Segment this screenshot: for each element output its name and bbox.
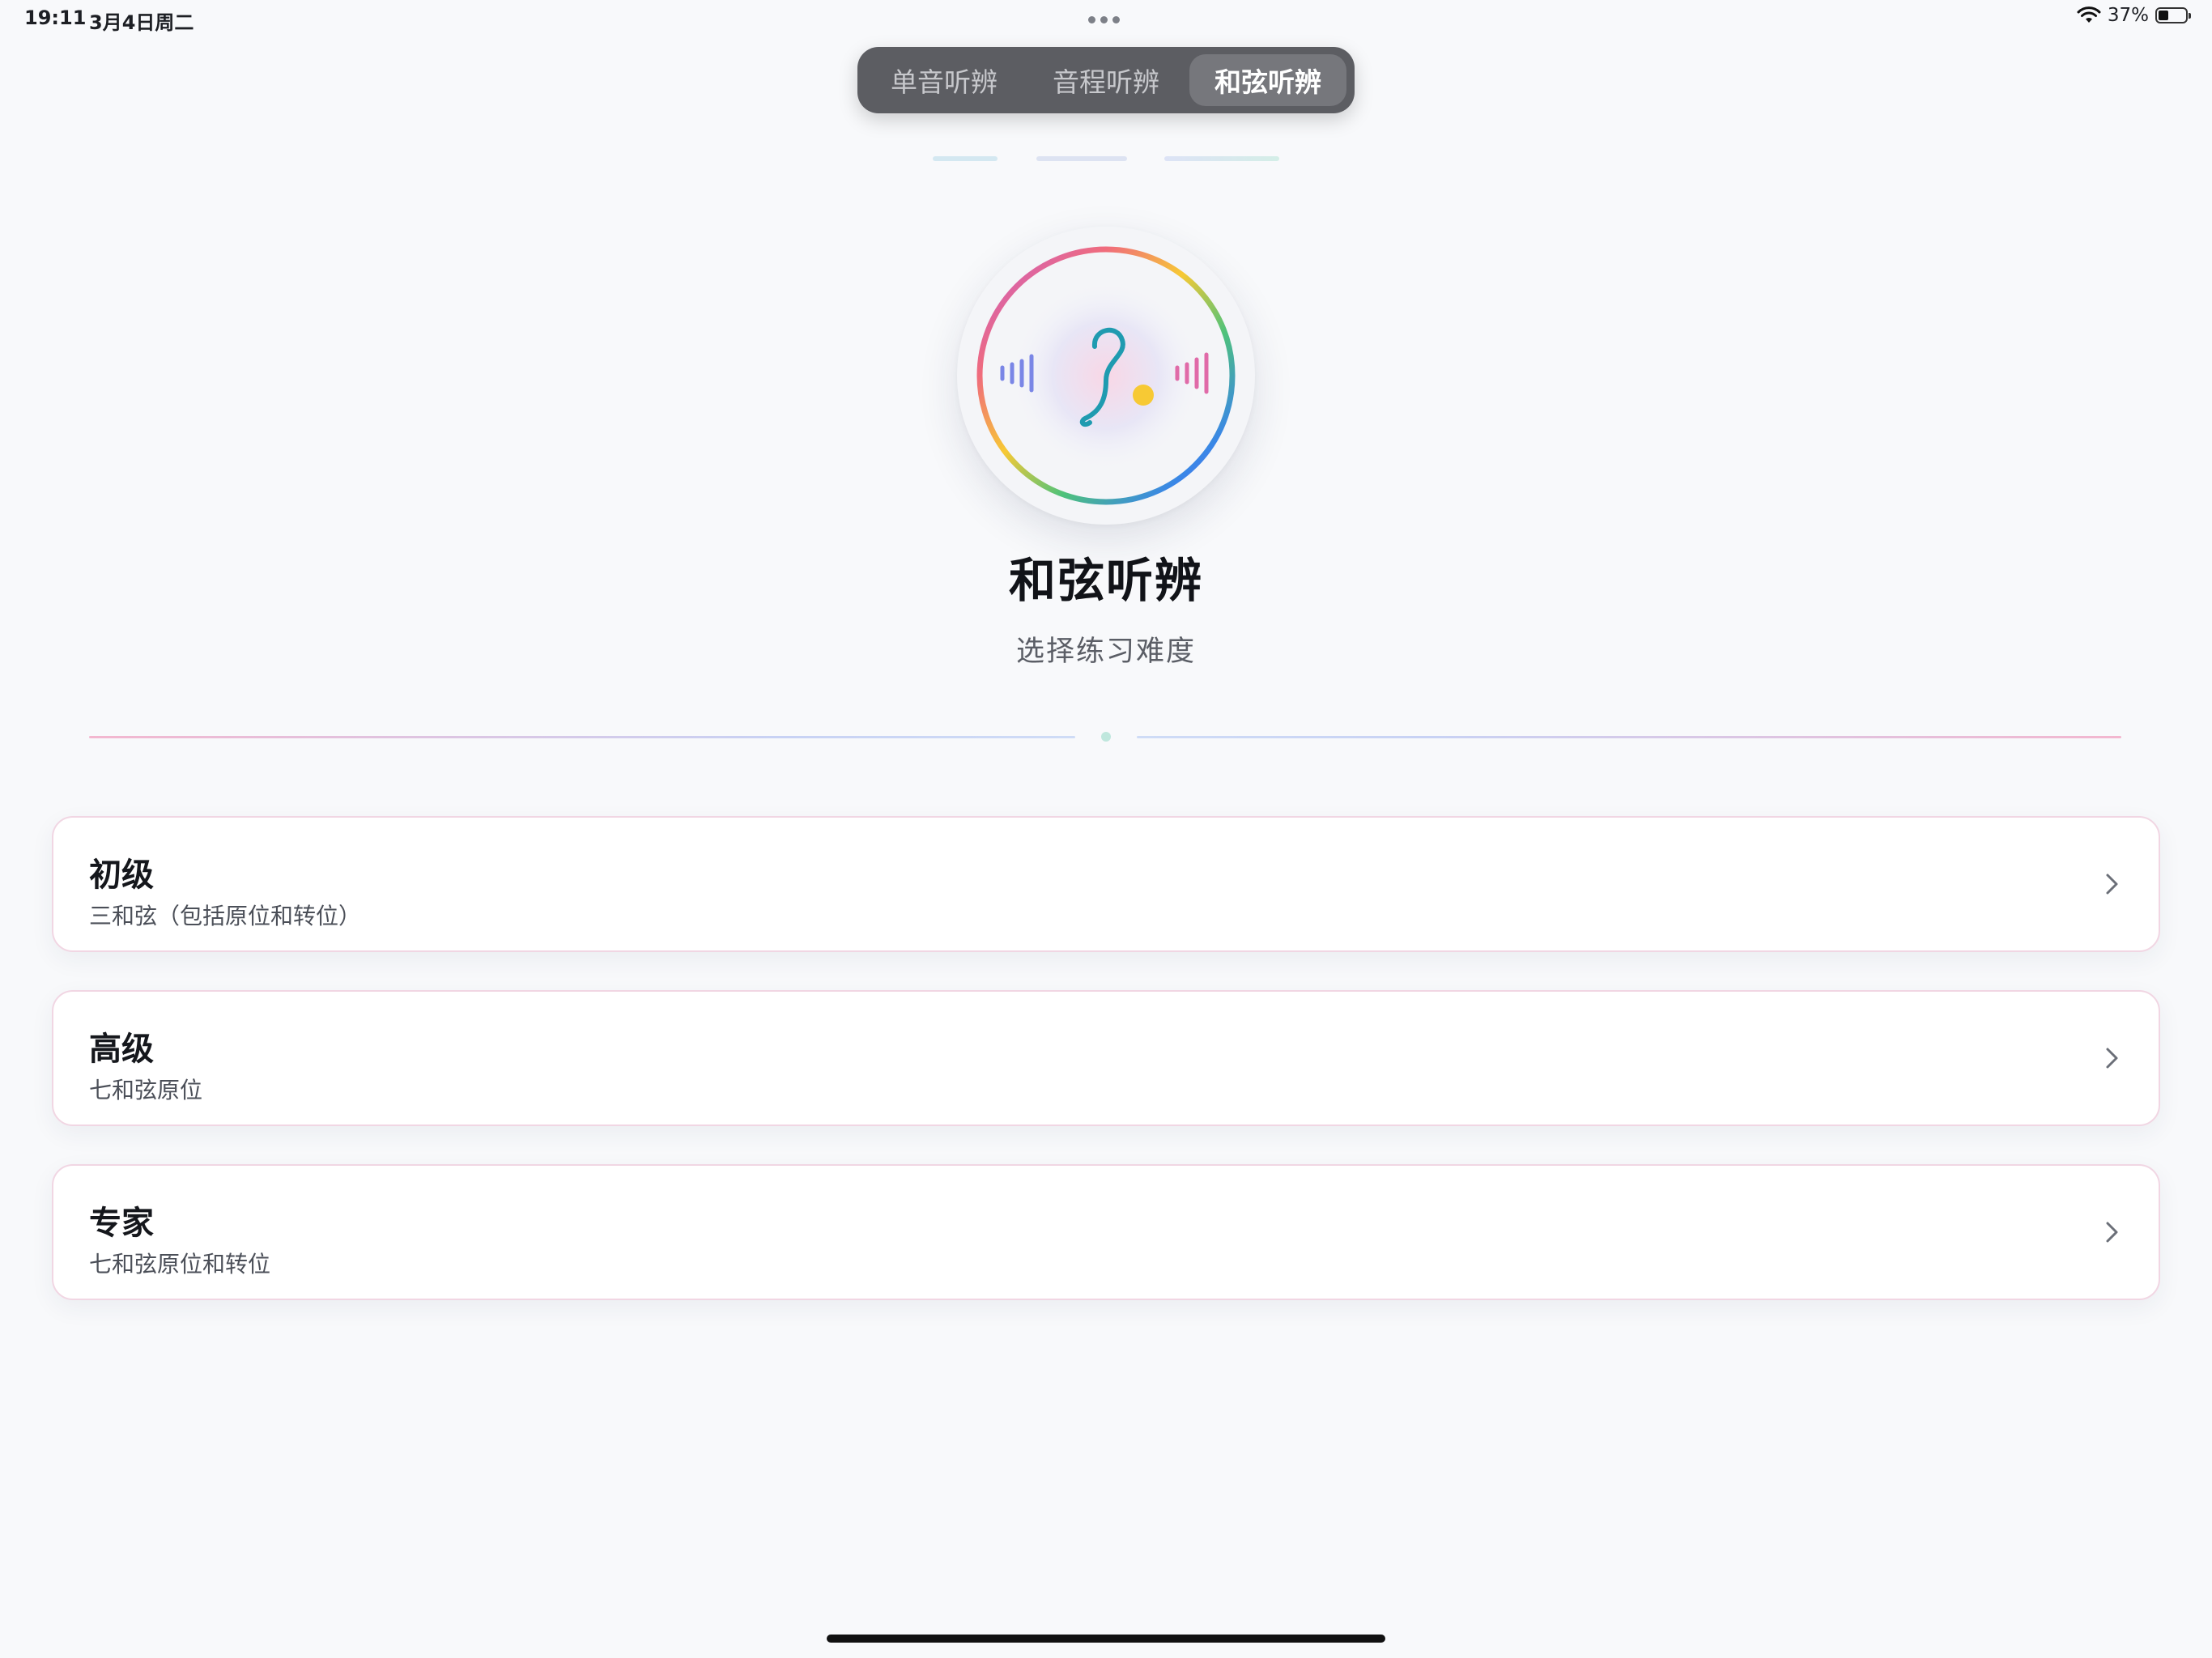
decor-line	[1164, 156, 1279, 161]
level-title: 初级	[89, 857, 154, 894]
divider-line	[1137, 736, 2121, 738]
level-title: 高级	[89, 1031, 154, 1068]
tab-interval[interactable]: 音程听辨	[1027, 54, 1185, 106]
level-description: 七和弦原位和转位	[89, 1251, 271, 1278]
status-date: 3月4日周二	[89, 11, 194, 34]
chevron-right-icon	[2106, 1048, 2118, 1069]
page-title: 和弦听辨	[1008, 553, 1203, 608]
divider-line	[89, 736, 1075, 738]
level-card-expert[interactable]: 专家 七和弦原位和转位	[52, 1164, 2160, 1300]
status-time: 19:11	[24, 6, 87, 29]
home-indicator[interactable]	[827, 1635, 1385, 1643]
chevron-right-icon	[2106, 874, 2118, 895]
status-right: 37%	[2077, 5, 2191, 26]
level-card-beginner[interactable]: 初级 三和弦（包括原位和转位）	[52, 816, 2160, 952]
level-title: 专家	[89, 1205, 154, 1242]
decor-line	[1036, 156, 1127, 161]
decor-line	[933, 156, 998, 161]
tab-chord[interactable]: 和弦听辨	[1189, 54, 1346, 106]
battery-percent: 37%	[2107, 5, 2149, 26]
mode-segmented-control: 单音听辨 音程听辨 和弦听辨	[857, 47, 1355, 113]
wifi-icon	[2077, 6, 2101, 23]
chevron-right-icon	[2106, 1222, 2118, 1243]
multitask-dots[interactable]	[1088, 8, 1124, 31]
page-subtitle: 选择练习难度	[1015, 636, 1196, 668]
battery-icon	[2155, 7, 2191, 23]
level-description: 三和弦（包括原位和转位）	[89, 903, 362, 929]
level-card-advanced[interactable]: 高级 七和弦原位	[52, 990, 2160, 1126]
ear-logo-icon	[957, 227, 1255, 525]
page: 19:11 3月4日周二 37% 单音听辨 音程听辨 和弦听辨 和弦听辨 选择练…	[0, 0, 2212, 1658]
tab-single-note[interactable]: 单音听辨	[866, 54, 1023, 106]
level-description: 七和弦原位	[89, 1077, 203, 1103]
divider-dot	[1101, 732, 1111, 742]
